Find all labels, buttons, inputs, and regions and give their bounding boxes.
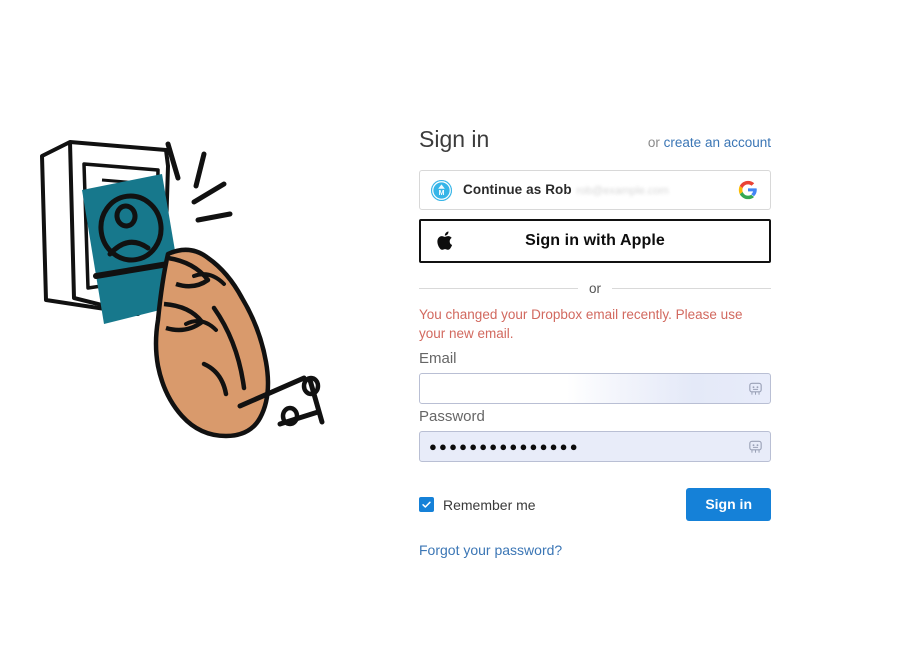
form-error-message: You changed your Dropbox email recently.… [419, 307, 743, 341]
create-account-row: or create an account [648, 135, 771, 150]
remember-me-checkbox[interactable] [419, 497, 434, 512]
checkmark-icon [422, 501, 431, 508]
hand-icon [153, 247, 271, 439]
forgot-password-link[interactable]: Forgot your password? [419, 542, 562, 558]
google-secondary-label: rob@example.com [576, 185, 669, 197]
signin-form: Sign in or create an account M Continue … [419, 126, 772, 560]
continue-with-google-button[interactable]: M Continue as Rob rob@example.com [419, 170, 771, 210]
email-field-group: Email [419, 347, 771, 404]
apple-button-label: Sign in with Apple [525, 232, 665, 249]
apple-logo-icon [436, 230, 455, 253]
svg-text:M: M [439, 189, 445, 196]
form-header: Sign in or create an account [419, 126, 771, 152]
or-divider: or [419, 281, 772, 296]
alt-action-prefix: or [647, 135, 664, 150]
password-input-value: ●●●●●●●●●●●●●●● [429, 440, 580, 453]
sign-in-submit-button[interactable]: Sign in [686, 488, 771, 521]
password-label: Password [419, 408, 485, 425]
user-avatar-icon: M [431, 179, 452, 201]
divider-rule-left [419, 288, 578, 289]
remember-me-group[interactable]: Remember me [419, 497, 536, 513]
password-manager-icon[interactable] [747, 380, 764, 397]
hand-holding-id-card-illustration [18, 128, 358, 448]
form-actions-row: Remember me Sign in [419, 488, 771, 521]
google-g-icon [738, 180, 758, 200]
divider-rule-right [612, 288, 772, 289]
create-account-link[interactable]: create an account [664, 135, 771, 150]
sign-in-with-apple-button[interactable]: Sign in with Apple [419, 219, 771, 263]
password-input[interactable]: ●●●●●●●●●●●●●●● [419, 431, 771, 462]
email-label: Email [419, 350, 457, 367]
remember-me-label: Remember me [443, 496, 536, 513]
email-input[interactable] [419, 373, 771, 404]
sparkle-lines-icon [165, 141, 233, 223]
google-primary-label: Continue as Rob [463, 182, 572, 197]
google-account-texts: Continue as Rob rob@example.com [463, 181, 738, 199]
divider-label: or [589, 281, 602, 296]
password-field-group: Password ●●●●●●●●●●●●●●● [419, 405, 771, 462]
password-manager-icon[interactable] [747, 438, 764, 455]
page-title: Sign in [419, 126, 490, 152]
